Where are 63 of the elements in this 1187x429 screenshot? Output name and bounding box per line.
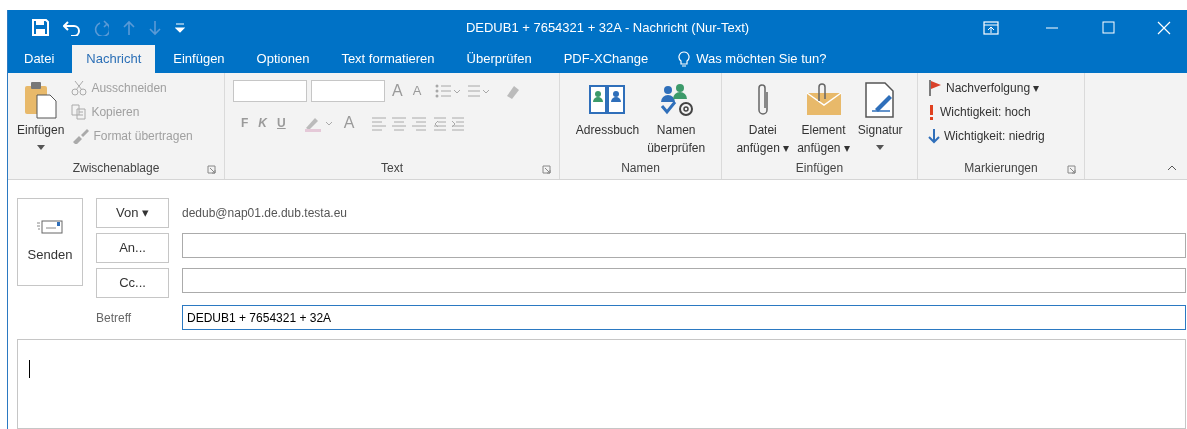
address-book-icon — [588, 83, 627, 117]
ribbon-button[interactable]: Einfügen — [14, 79, 68, 150]
ribbon-tab[interactable]: Optionen — [242, 45, 324, 73]
group-label: Namen — [621, 160, 660, 177]
format-button[interactable]: U — [277, 114, 286, 132]
scissors-icon — [71, 80, 88, 96]
tell-me-field[interactable]: Was möchten Sie tun? — [696, 49, 827, 69]
caret-icon — [876, 145, 885, 150]
ribbon-button[interactable]: Signatur — [854, 79, 906, 150]
clipboard-icon — [23, 81, 58, 119]
shrink-font-button[interactable]: A — [409, 81, 425, 101]
ribbon-button[interactable]: Wichtigkeit: hoch — [928, 103, 1045, 121]
to-button[interactable]: An... — [96, 233, 169, 263]
grow-font-button[interactable]: A — [389, 79, 406, 103]
ribbon-tab[interactable]: Überprüfen — [452, 45, 546, 73]
save-icon[interactable] — [32, 19, 49, 36]
message-body-field[interactable] — [17, 339, 1186, 429]
alignment-icon[interactable] — [370, 115, 467, 131]
sender-address: dedub@nap01.de.dub.testa.eu — [182, 205, 348, 222]
lightbulb-icon[interactable] — [678, 50, 691, 68]
format-button[interactable]: F — [241, 114, 249, 132]
undo-icon[interactable] — [63, 19, 80, 36]
arrow-down-icon — [928, 128, 940, 144]
dialog-launcher-icon[interactable] — [542, 165, 551, 174]
font-color-button[interactable]: A — [343, 111, 355, 135]
group-label: Markierungen — [964, 160, 1038, 177]
font-size-field[interactable] — [311, 80, 385, 102]
to-field[interactable] — [182, 233, 1186, 258]
font-name-field[interactable] — [233, 80, 307, 102]
send-button[interactable]: Senden — [17, 198, 83, 286]
dialog-launcher-icon[interactable] — [1067, 165, 1076, 174]
ribbon-button[interactable]: Datei anfügen ▾ — [733, 79, 793, 157]
flag-icon — [928, 79, 942, 97]
collapse-ribbon-icon[interactable] — [1167, 164, 1177, 171]
subject-field[interactable]: DEDUB1 + 7654321 + 32A — [182, 305, 1186, 330]
group-label: Einfügen — [795, 160, 844, 177]
format-button[interactable]: K — [258, 114, 267, 132]
group-label: Zwischenablage — [72, 160, 160, 177]
brush-icon — [71, 128, 90, 144]
ribbon-tab[interactable]: Text formatieren — [327, 45, 449, 73]
subject-label: Betreff — [96, 309, 133, 327]
ribbon-button[interactable]: Wichtigkeit: niedrig — [928, 127, 1045, 145]
ribbon-button[interactable]: Namen überprüfen — [644, 79, 709, 157]
group-label: Text — [381, 160, 403, 177]
ribbon-tab[interactable]: Einfügen — [159, 45, 239, 73]
ribbon-button[interactable]: Nachverfolgung ▾ — [928, 79, 1045, 97]
ribbon-button[interactable]: Element anfügen ▾ — [794, 79, 853, 157]
cc-button[interactable]: Cc... — [96, 268, 169, 298]
from-button[interactable]: Von ▾ — [96, 198, 169, 228]
ribbon-tab[interactable]: Nachricht — [72, 45, 156, 73]
ribbon-tab[interactable]: PDF-XChange — [549, 45, 663, 73]
copy-icon — [71, 104, 88, 120]
text-cursor — [29, 360, 30, 378]
envelope-paperclip-icon — [804, 83, 843, 117]
window-title: DEDUB1 + 7654321 + 32A - Nachricht (Nur-Text) — [464, 18, 751, 37]
cc-field[interactable] — [182, 268, 1186, 293]
dialog-launcher-icon[interactable] — [207, 165, 216, 174]
exclamation-icon — [928, 104, 936, 120]
ribbon-button[interactable]: Adressbuch — [572, 79, 643, 139]
customize-icon[interactable] — [175, 22, 185, 33]
envelope-icon — [36, 219, 64, 236]
ribbon-tab[interactable]: Datei — [10, 45, 69, 73]
caret-icon — [36, 145, 45, 150]
